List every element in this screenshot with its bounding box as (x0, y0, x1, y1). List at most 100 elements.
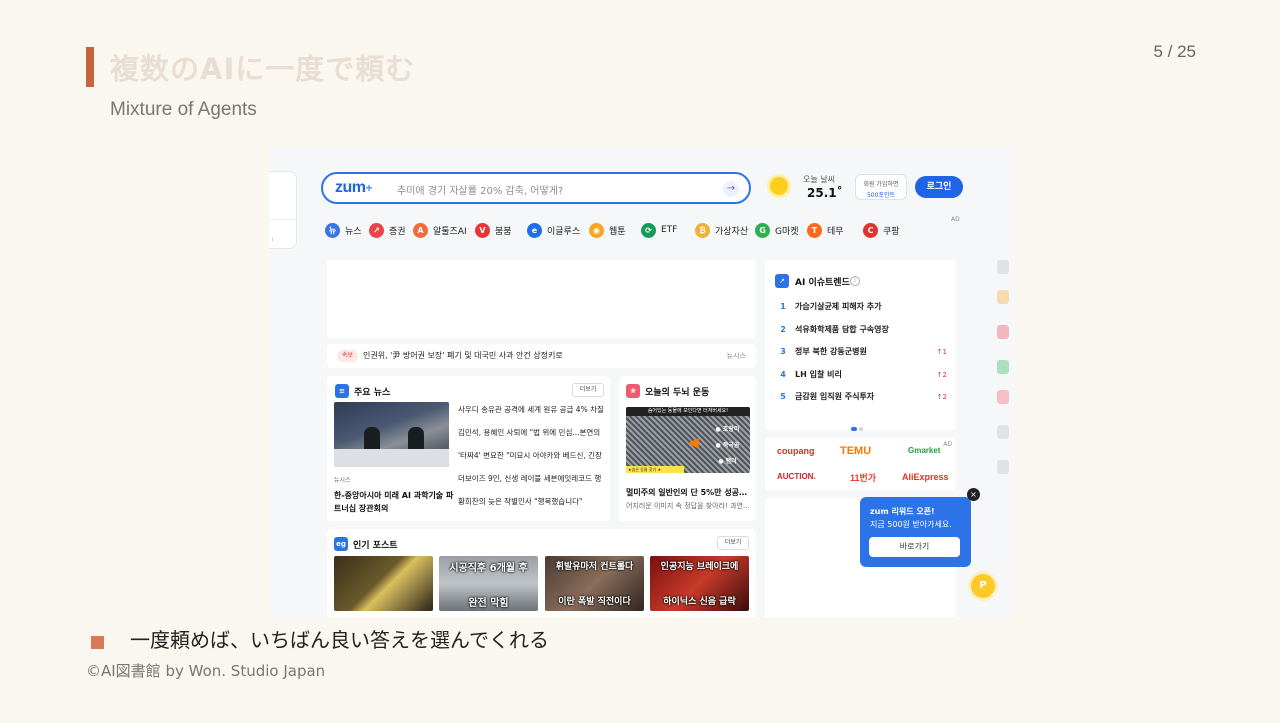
puzzle-image[interactable]: 숨어있는 동물에 보인다면 터져버세요! ◀ ● 호랑이 ● 북극곰 ● 팬더 … (626, 407, 750, 473)
nav-item-icon: ⟳ (641, 222, 656, 238)
carousel-dots[interactable] (851, 416, 865, 435)
nav-item-label: 붐붐 (495, 226, 512, 237)
shop-logo[interactable]: coupang (777, 446, 815, 456)
nav-item[interactable]: ₿ 가상자산 (695, 220, 748, 240)
brain-subtext[interactable]: 어지러운 이미지 속 정답을 찾아라! 과연 당신은? (626, 501, 752, 511)
zum-logo[interactable]: zum+ (335, 179, 372, 197)
nav-item[interactable]: T 테무 (807, 220, 844, 240)
trend-keyword: 금감원 임직원 주식투자 (795, 392, 875, 401)
shop-logo[interactable]: TEMU (840, 445, 871, 457)
nav-item[interactable]: C 쿠팡 (863, 220, 900, 240)
weather-temperature[interactable]: 25.1˚ (807, 186, 843, 200)
news-list: 사우디 송유관 공격에 세계 원유 공급 4% 차질 김민석, 용혜인 사퇴에 … (458, 404, 604, 519)
bullet-marker (91, 636, 104, 649)
trend-title: AI 이슈트렌드 (795, 278, 850, 288)
news-list-item[interactable]: 황희찬의 늦은 작별인사 "행복했습니다" (458, 496, 604, 519)
trend-keyword: 정부 북한 강동군병원 (795, 347, 867, 356)
login-button[interactable]: 로그인 (915, 176, 963, 198)
news-list-item[interactable]: 김민석, 용혜인 사퇴에 "법 위에 민심...본연의 (458, 427, 604, 450)
brain-icon: ❀ (626, 384, 640, 398)
nav-item[interactable]: A 알툴즈AI (413, 220, 467, 240)
close-icon[interactable]: × (967, 488, 980, 501)
puzzle-option[interactable]: ● 북극곰 (709, 440, 746, 452)
nav-item[interactable]: 뉴 뉴스 (325, 220, 362, 240)
post-thumbnail[interactable]: 시공직후 6개월 후 완전 막힘 (439, 556, 538, 611)
shop-logo[interactable]: Gmarket (908, 446, 940, 455)
trend-rank: 3 (780, 347, 786, 356)
nav-item-icon: T (807, 222, 822, 238)
news-list-item[interactable]: '타짜4' 변요한 "미묘시 아야카와 베드신, 긴장 (458, 450, 604, 473)
shop-logo[interactable]: AUCTION. (777, 472, 816, 481)
nav-item[interactable]: ◉ 웹툰 (589, 220, 626, 240)
news-headline[interactable]: 한-중앙아시아 미래 AI 과학기술 파트너십 장관회의 (334, 489, 454, 515)
puzzle-option[interactable]: ● 팬더 (709, 456, 746, 468)
trend-change: ↑1 (936, 348, 947, 356)
ai-issue-trend-card: ↗ AI 이슈트렌드 i 1 가습기살균제 피해자 추가 2 석유화학제품 담합 구속… (765, 260, 956, 431)
trend-rank: 1 (780, 302, 786, 311)
copyright: ©AI図書館 by Won. Studio Japan (86, 662, 326, 680)
trend-item[interactable]: 4 LH 입찰 비리 ↑2 (777, 368, 947, 382)
trend-item[interactable]: 3 정부 북한 강동군병원 ↑1 (777, 345, 947, 359)
left-side-panel: ᵢ (269, 171, 297, 249)
info-icon[interactable]: i (850, 276, 860, 286)
banner-area[interactable] (327, 260, 756, 338)
breaking-news-bar[interactable]: 속보 인권위, '尹 방어권 보장' 폐기 및 대국민 사과 안건 상정키로 뉴… (327, 344, 756, 368)
breaking-headline[interactable]: 인권위, '尹 방어권 보장' 폐기 및 대국민 사과 안건 상정키로 (363, 350, 563, 361)
news-photo[interactable] (334, 402, 449, 467)
nav-item-label: 웹툰 (609, 226, 626, 237)
posts-more-button[interactable]: 더보기 (717, 536, 749, 550)
popular-posts-card: eg 인기 포스트 더보기 시공직후 6개월 후 완전 막힘 휘발유마저 컨트롤다 이… (327, 529, 756, 617)
nav-item[interactable]: e 이글루스 (527, 220, 580, 240)
bullet-text: 一度頼めば、いちばん良い答えを選んでくれる (130, 628, 549, 652)
nav-item-icon: e (527, 222, 542, 238)
news-list-item[interactable]: 더보이즈 9인, 신생 레이블 세븐에잇레코드 행 (458, 473, 604, 496)
trend-item[interactable]: 1 가습기살균제 피해자 추가 (777, 300, 947, 314)
nav-item-icon: C (863, 222, 878, 238)
post-thumbnail[interactable]: 휘발유마저 컨트롤다 이란 폭발 직전이다 (545, 556, 644, 611)
popup-go-button[interactable]: 바로가기 (869, 537, 960, 557)
nav-item[interactable]: ↗ 증권 (369, 220, 406, 240)
brain-headline[interactable]: 멀미주의 일반인의 단 5%만 성공하는 문제 (626, 487, 752, 498)
trend-change: ↑2 (936, 370, 947, 379)
nav-item[interactable]: G G마켓 (755, 220, 799, 240)
news-list-item[interactable]: 사우디 송유관 공격에 세계 원유 공급 4% 차질 (458, 404, 604, 427)
news-icon: ≡ (335, 384, 349, 398)
nav-item-label: 가상자산 (715, 226, 749, 237)
nav-item-icon: 뉴 (325, 222, 340, 238)
point-badge[interactable]: P (971, 574, 995, 598)
news-section-title: 주요 뉴스 (354, 388, 391, 398)
brain-exercise-card: ❀ 오늘의 두뇌 운동 숨어있는 동물에 보인다면 터져버세요! ◀ ● 호랑이… (619, 376, 756, 521)
shop-logo[interactable]: AliExpress (902, 472, 949, 482)
signup-promo-button[interactable]: 회원 가입하면 500포인트 (855, 174, 907, 200)
nav-item-label: 증권 (389, 226, 406, 237)
search-input[interactable]: 추미애 경기 자살률 20% 감축, 어떻게? (397, 182, 563, 197)
puzzle-option[interactable]: ● 호랑이 (709, 424, 746, 436)
trend-rank: 5 (780, 392, 786, 401)
trend-keyword: 석유화학제품 담합 구속영장 (795, 324, 889, 334)
search-submit-icon[interactable]: → (723, 181, 739, 197)
nav-item-label: G마켓 (775, 226, 799, 237)
post-thumbnail-caption: 인공지능 브레이크에 (660, 562, 739, 572)
popup-message: 지금 500원 받아가세요. (870, 520, 952, 529)
trend-rank: 2 (780, 324, 786, 334)
sun-icon[interactable] (770, 177, 788, 195)
nav-item-label: 쿠팡 (883, 226, 900, 237)
right-faded-strip (995, 260, 1010, 540)
nav-item[interactable]: ⟳ ETF (641, 220, 677, 240)
breaking-tag: 속보 (337, 350, 359, 362)
shops-ad-label: AD (943, 441, 952, 448)
nav-item[interactable]: V 붐붐 (475, 220, 512, 240)
news-more-button[interactable]: 더보기 (572, 383, 604, 397)
breaking-source: 뉴시스 (726, 352, 746, 360)
post-thumbnail[interactable] (334, 556, 433, 611)
trend-item[interactable]: 5 금감원 임직원 주식투자 ↑2 (777, 390, 947, 404)
trend-keyword: 가습기살균제 피해자 추가 (795, 302, 882, 311)
trend-change: ↑2 (936, 393, 947, 401)
shop-logo[interactable]: 11번가 (850, 471, 876, 484)
nav-item-icon: ₿ (695, 222, 710, 238)
weather-label[interactable]: 오늘 날씨 (803, 174, 835, 185)
trend-item[interactable]: 2 석유화학제품 담합 구속영장 (777, 323, 947, 337)
post-thumbnail[interactable]: 인공지능 브레이크에 하이닉스 신음 급락 (650, 556, 749, 611)
website-screenshot: ᵢ zum+ 추미애 경기 자살률 20% 감축, 어떻게? → 오늘 날씨 2… (269, 146, 1016, 617)
search-bar[interactable]: zum+ 추미애 경기 자살률 20% 감축, 어떻게? → (321, 172, 751, 204)
